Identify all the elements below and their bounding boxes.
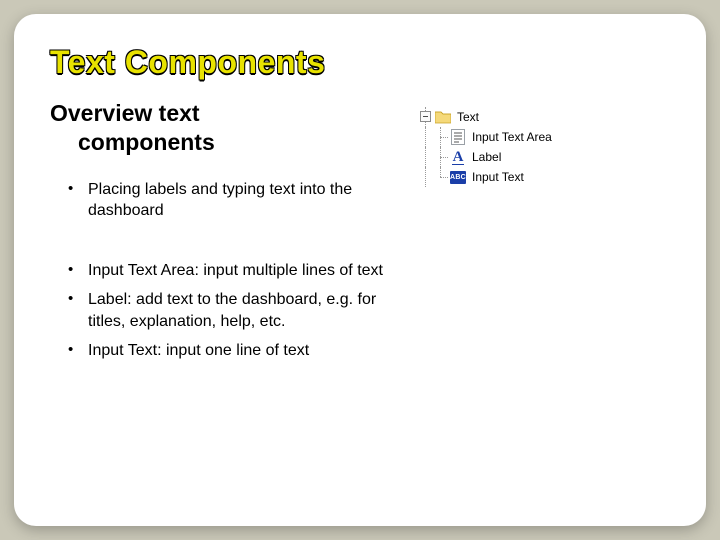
tree-row-item: A Label: [418, 147, 670, 167]
bullet-item: Input Text Area: input multiple lines of…: [68, 260, 398, 282]
tree-row-item: ABC Input Text: [418, 167, 670, 187]
input-text-area-icon: [450, 129, 466, 145]
subtitle-line1: Overview text: [50, 100, 200, 126]
collapse-icon: [420, 111, 431, 122]
tree-branch: [418, 127, 433, 147]
tree-item-label: Input Text: [470, 170, 524, 184]
tree-item-label: Input Text Area: [470, 130, 552, 144]
tree-row-root: Text: [418, 107, 670, 127]
right-column: Text Input Text Area A Label: [398, 99, 670, 187]
tree-branch: [433, 127, 448, 147]
bullet-item: Placing labels and typing text into the …: [68, 179, 398, 222]
tree-branch: [418, 147, 433, 167]
tree-branch: [418, 107, 433, 127]
subtitle-line2: components: [50, 128, 398, 157]
label-icon: A: [450, 149, 466, 165]
slide-card: Text Components Overview text components…: [14, 14, 706, 526]
bullet-item: Input Text: input one line of text: [68, 340, 398, 362]
bullet-list: Placing labels and typing text into the …: [50, 179, 398, 363]
tree-row-item: Input Text Area: [418, 127, 670, 147]
content-columns: Overview text components Placing labels …: [50, 99, 670, 370]
bullet-item: Label: add text to the dashboard, e.g. f…: [68, 289, 398, 332]
tree-branch: [433, 147, 448, 167]
input-text-icon: ABC: [450, 169, 466, 185]
tree-branch: [433, 167, 448, 187]
left-column: Overview text components Placing labels …: [50, 99, 398, 370]
component-tree: Text Input Text Area A Label: [418, 107, 670, 187]
subtitle: Overview text components: [50, 99, 398, 157]
slide-title: Text Components: [50, 44, 670, 81]
folder-icon: [435, 109, 451, 125]
bullet-spacer: [68, 230, 398, 252]
tree-branch: [418, 167, 433, 187]
tree-root-label: Text: [455, 110, 479, 124]
tree-item-label: Label: [470, 150, 501, 164]
